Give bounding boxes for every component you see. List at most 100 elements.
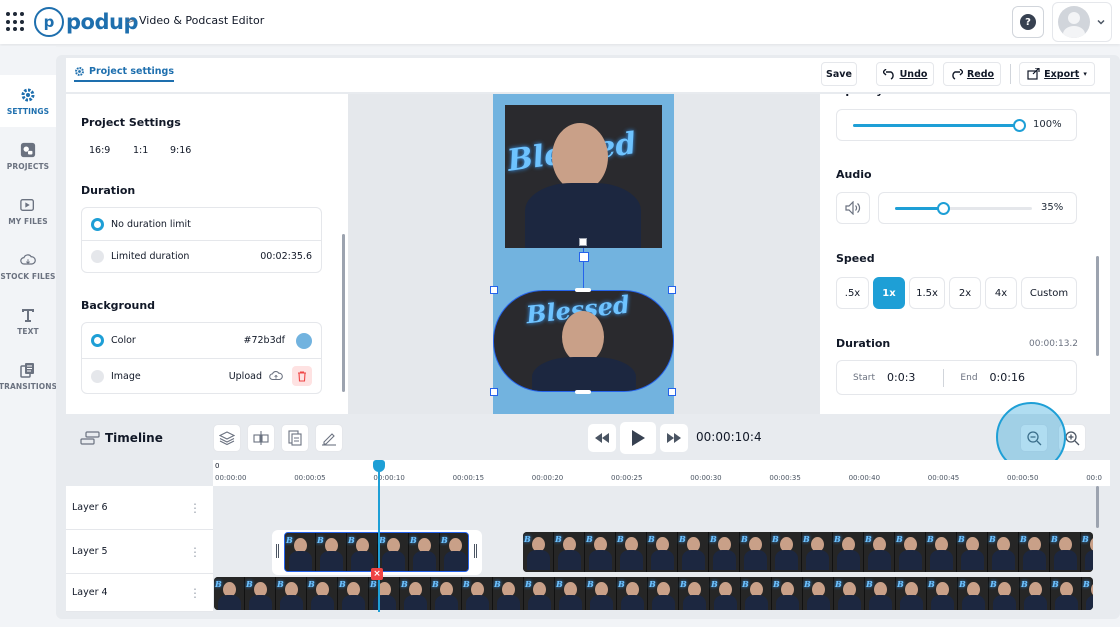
clip-thumbnail-frame: B [409, 533, 440, 571]
speaker-icon [845, 201, 861, 215]
top-frame-handle[interactable] [579, 238, 587, 246]
redo-button[interactable]: Redo [943, 62, 1001, 86]
radio-selected[interactable] [91, 334, 104, 347]
ruler-tick-label: 00:00:20 [531, 474, 564, 482]
speed-1x-button[interactable]: 1x [873, 277, 905, 309]
edit-button[interactable] [315, 424, 343, 452]
clip-thumbnail-frame: B [462, 577, 493, 610]
color-swatch[interactable] [296, 332, 312, 349]
audio-knob[interactable] [936, 202, 950, 215]
layer-6-track[interactable] [213, 486, 1096, 529]
tab-project-settings[interactable]: Project settings [74, 66, 175, 82]
undo-label: Undo [899, 68, 928, 80]
sidebar-item-transitions[interactable]: TRANSITIONS [0, 350, 57, 402]
radio-unselected[interactable] [91, 250, 104, 263]
video-preview-bottom[interactable]: Blessed [493, 290, 674, 392]
layer-6-label[interactable]: Layer 6 ⋮ [66, 486, 213, 530]
save-button[interactable]: Save [821, 62, 857, 86]
more-vertical-icon[interactable]: ⋮ [189, 502, 201, 514]
clip-thumbnail-frame: B [988, 532, 1019, 572]
timeline-ruler[interactable] [213, 460, 1110, 486]
ratio-1-1[interactable]: 1:1 [133, 145, 148, 156]
sidebar-item-projects[interactable]: PROJECTS [0, 130, 56, 182]
resize-handle-tl[interactable] [490, 286, 498, 294]
mute-button[interactable] [836, 192, 870, 224]
resize-handle-bl[interactable] [490, 388, 498, 396]
caret-down-icon: ▾ [1083, 70, 1087, 78]
right-panel-scrollbar[interactable] [1096, 256, 1099, 356]
playhead-handle[interactable] [373, 460, 385, 472]
timeline-scrollbar[interactable] [1096, 486, 1099, 528]
export-button[interactable]: Export ▾ [1019, 62, 1095, 86]
clip-trim-handle-right[interactable] [474, 544, 477, 558]
duplicate-button[interactable] [281, 424, 309, 452]
upload-link[interactable]: Upload [229, 371, 262, 382]
resize-handle-bottom[interactable] [575, 390, 591, 394]
resize-handle-tr[interactable] [668, 286, 676, 294]
speed-0.5x-button[interactable]: .5x [836, 277, 869, 309]
left-panel-scrollbar[interactable] [342, 234, 345, 392]
split-button[interactable] [247, 424, 275, 452]
video-clip[interactable]: BBBBBBBBBBBBBBBBBBB [523, 532, 1093, 572]
start-input[interactable]: 0:0:3 [887, 371, 915, 384]
sidebar-item-label: PROJECTS [6, 161, 50, 171]
speed-title: Speed [836, 252, 875, 265]
clip-thumbnail-frame: B [316, 533, 347, 571]
help-button[interactable]: ? [1012, 6, 1044, 38]
clip-thumbnail-frame: B [400, 577, 431, 610]
podup-logo[interactable]: p podup [34, 7, 138, 37]
speed-custom-button[interactable]: Custom [1021, 277, 1077, 309]
ruler-tick-label: 00:00:30 [690, 474, 722, 482]
account-menu-button[interactable] [1052, 2, 1112, 42]
more-vertical-icon[interactable]: ⋮ [189, 546, 201, 558]
sidebar-item-stock-files[interactable]: STOCK FILES [0, 240, 56, 292]
layers-button[interactable] [213, 424, 241, 452]
more-vertical-icon[interactable]: ⋮ [189, 587, 201, 599]
ratio-9-16[interactable]: 9:16 [170, 145, 191, 156]
color-option[interactable]: Color #72b3df [82, 323, 321, 358]
speed-4x-button[interactable]: 4x [985, 277, 1017, 309]
sidebar-item-label: STOCK FILES [0, 271, 56, 281]
edit-pen-icon [322, 433, 336, 446]
radio-unselected[interactable] [91, 369, 104, 383]
cloud-upload-icon[interactable] [269, 370, 283, 382]
resize-handle-top[interactable] [575, 288, 591, 292]
apps-grid-icon[interactable] [6, 12, 26, 32]
sidebar-item-settings[interactable]: SETTINGS [0, 75, 56, 127]
layer-4-label[interactable]: Layer 4 ⋮ [66, 574, 213, 612]
clip-thumbnail-frame: B [709, 532, 740, 572]
ruler-tick-label: 00:00:45 [927, 474, 960, 482]
play-button[interactable] [620, 422, 656, 454]
end-input[interactable]: 0:0:16 [990, 371, 1025, 384]
undo-button[interactable]: Undo [876, 62, 934, 86]
clip-thumbnail-frame: B [586, 577, 617, 610]
color-hex-value: #72b3df [243, 335, 286, 346]
clip-thumbnail-frame: B [834, 577, 865, 610]
video-clip[interactable]: BBBBBBBBBBBBBBBBBBBBBBBBBBBBB [214, 577, 1093, 610]
opacity-knob[interactable] [1013, 119, 1026, 132]
delete-button[interactable] [292, 366, 312, 386]
no-duration-limit-option[interactable]: No duration limit [82, 208, 321, 240]
ruler-tick-label: 00:00:40 [848, 474, 881, 482]
video-preview-top[interactable]: Blessed [505, 105, 662, 248]
sidebar-item-my-files[interactable]: MY FILES [0, 185, 56, 237]
delete-marker-icon[interactable]: × [371, 568, 383, 580]
speed-2x-button[interactable]: 2x [949, 277, 981, 309]
project-settings-title: Project Settings [81, 116, 181, 129]
fast-forward-button[interactable] [660, 424, 688, 452]
speed-1.5x-button[interactable]: 1.5x [909, 277, 945, 309]
radio-selected[interactable] [91, 217, 104, 231]
ratio-16-9[interactable]: 16:9 [89, 145, 110, 156]
sidebar-item-text[interactable]: TEXT [0, 295, 56, 347]
limited-duration-option[interactable]: Limited duration 00:02:35.6 [82, 240, 321, 272]
image-option[interactable]: Image Upload [82, 358, 321, 393]
layer-5-label[interactable]: Layer 5 ⋮ [66, 530, 213, 574]
rotate-handle[interactable] [579, 252, 589, 262]
timeline-icon [80, 431, 100, 445]
clip-trim-handle-left[interactable] [276, 544, 279, 558]
sidebar-item-label: MY FILES [8, 216, 48, 226]
rewind-button[interactable] [588, 424, 616, 452]
resize-handle-br[interactable] [668, 388, 676, 396]
selected-video-clip[interactable]: BBBBBB [284, 532, 469, 572]
clip-thumbnail-frame: B [802, 532, 833, 572]
